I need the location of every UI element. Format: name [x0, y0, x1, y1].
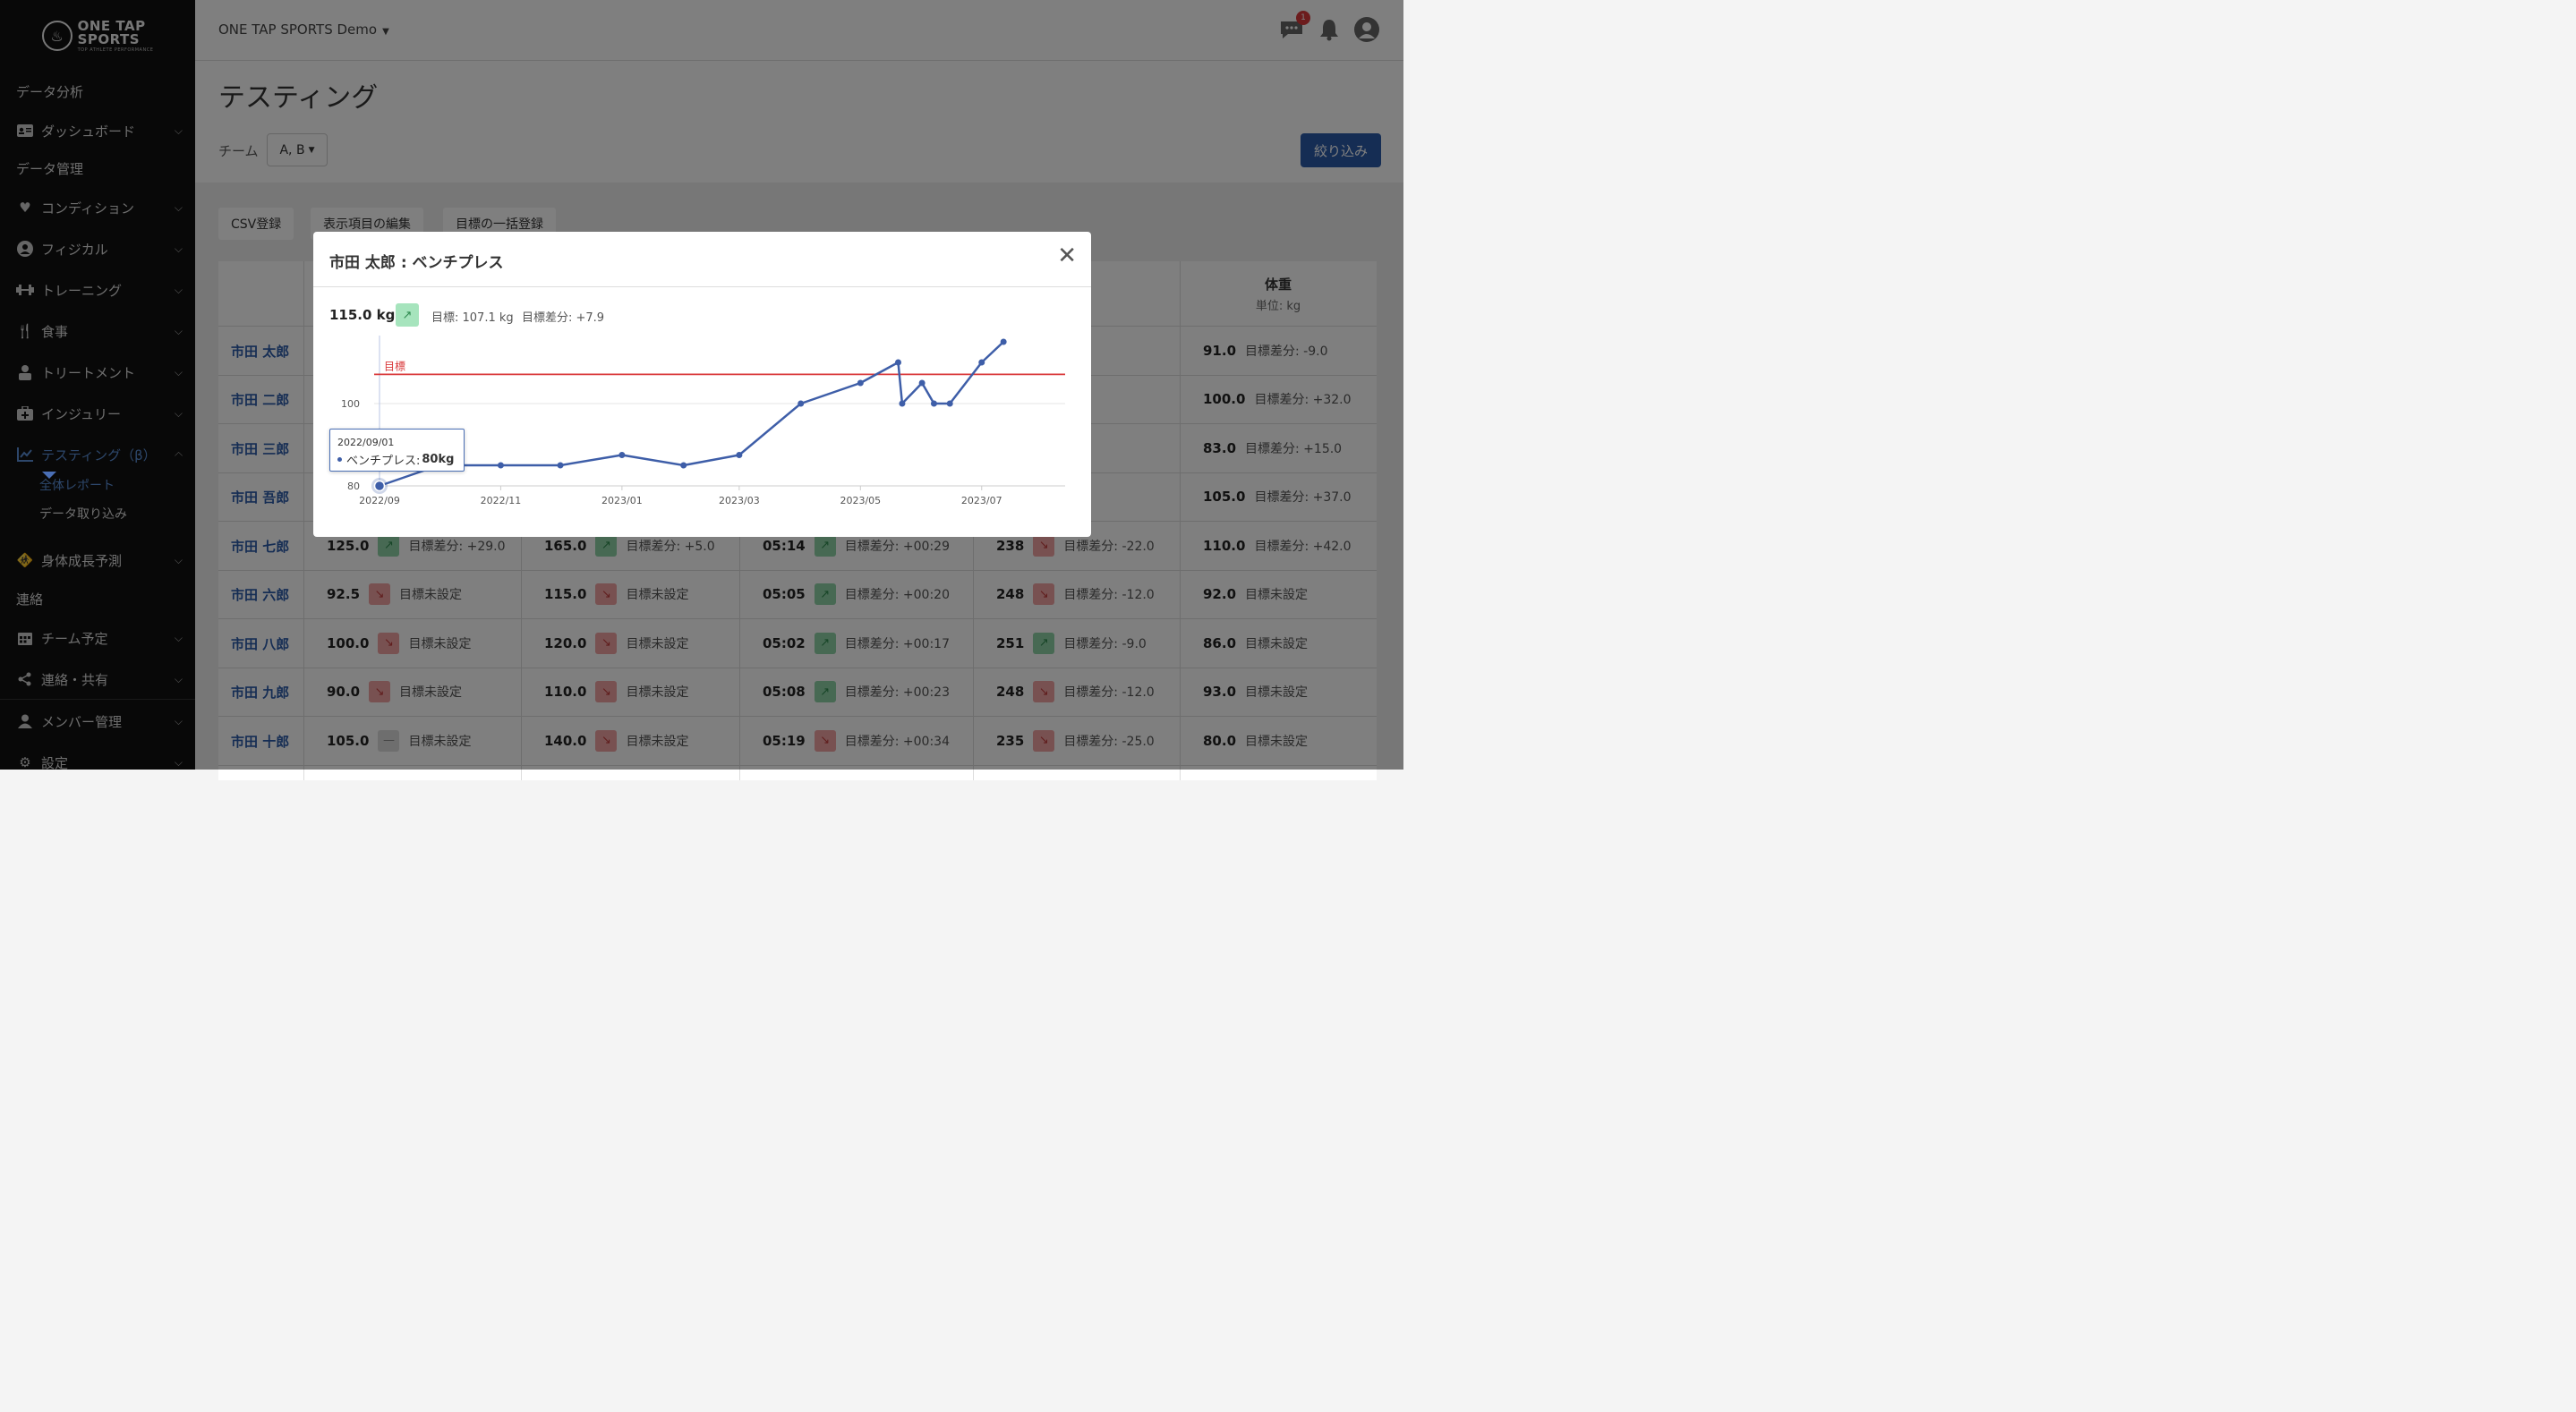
- data-point: [373, 480, 386, 492]
- x-tick-label: 2023/05: [840, 495, 881, 506]
- tooltip-date: 2022/09/01: [337, 437, 395, 448]
- series-dot-icon: [337, 457, 342, 462]
- data-point: [930, 400, 937, 407]
- data-point: [736, 452, 743, 458]
- modal-header: 市田 太郎 : ベンチプレス ✕: [313, 232, 1091, 287]
- y-tick-label: 80: [347, 481, 360, 492]
- x-tick-label: 2022/09: [359, 495, 400, 506]
- line-chart: 80 100 2022/09 2022/11 2023/01 2023/03 2023/05…: [341, 336, 1065, 506]
- chart-tooltip: 2022/09/01 ベンチプレス: 80kg: [329, 429, 465, 472]
- tooltip-value: 80kg: [422, 453, 455, 466]
- target-line-label: 目標: [384, 360, 405, 372]
- x-tick-label: 2023/01: [601, 495, 643, 506]
- data-point: [497, 462, 504, 469]
- data-point: [946, 400, 953, 407]
- y-tick-label: 100: [341, 398, 360, 410]
- x-tick-label: 2022/11: [481, 495, 522, 506]
- chart-modal: 市田 太郎 : ベンチプレス ✕ 115.0 kg ↗ 目標: 107.1 kg…: [313, 232, 1091, 537]
- x-tick-label: 2023/03: [719, 495, 760, 506]
- data-point: [798, 400, 805, 407]
- data-point: [680, 462, 687, 469]
- data-point: [1000, 338, 1007, 345]
- data-point: [857, 379, 864, 387]
- data-point: [978, 359, 985, 366]
- x-tick-label: 2023/07: [961, 495, 1002, 506]
- tooltip-tail: [42, 472, 56, 479]
- data-point: [899, 400, 906, 407]
- tooltip-series-label: ベンチプレス:: [346, 455, 421, 468]
- data-point: [557, 462, 564, 469]
- close-button[interactable]: ✕: [1057, 244, 1077, 268]
- data-point: [618, 452, 626, 458]
- data-point: [894, 359, 901, 366]
- series-line: [379, 341, 1005, 488]
- tooltip-line: ベンチプレス: 80kg: [337, 451, 454, 468]
- modal-title: 市田 太郎 : ベンチプレス: [329, 254, 504, 272]
- data-point: [918, 379, 925, 387]
